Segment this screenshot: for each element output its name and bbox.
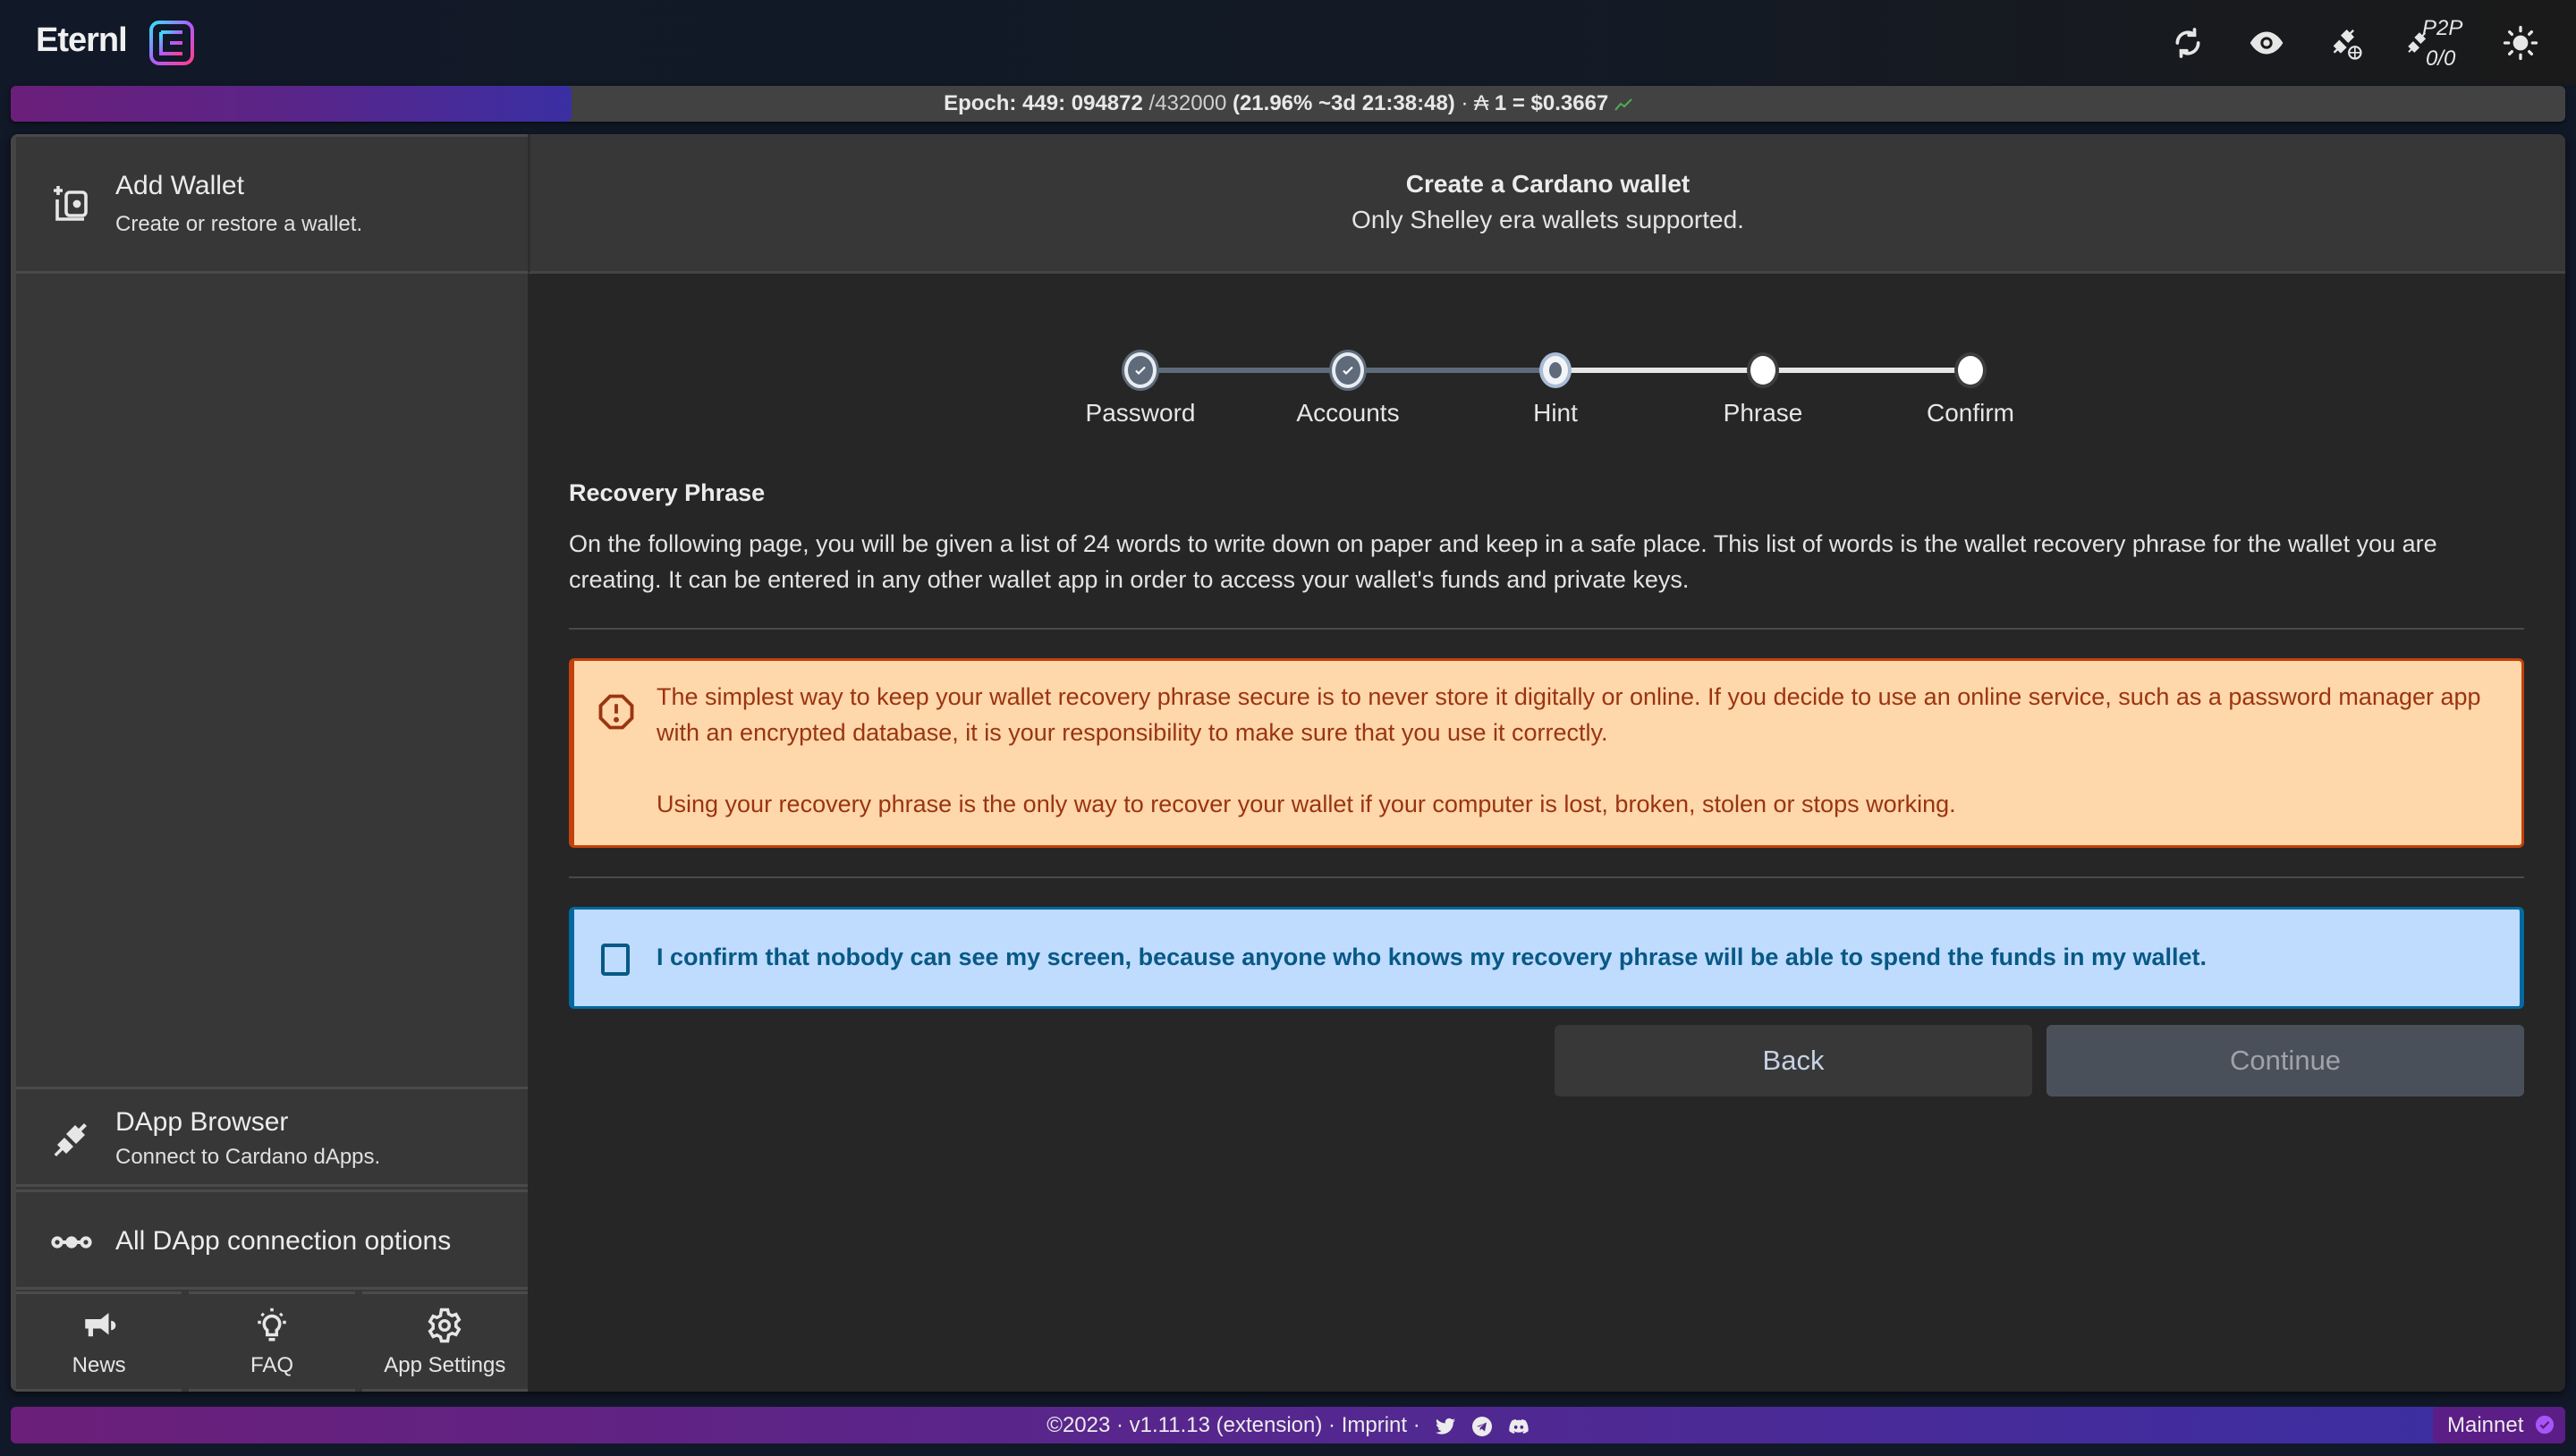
recovery-phrase-text: On the following page, you will be given… [569, 530, 2437, 593]
news-button[interactable]: News [16, 1291, 182, 1392]
page-subtitle: Only Shelley era wallets supported. [1352, 206, 1744, 233]
warning-paragraph-1: The simplest way to keep your wallet rec… [657, 683, 2481, 746]
step-password: Password [1069, 349, 1212, 427]
step-indicator [1954, 352, 1987, 388]
recovery-phrase-title: Recovery Phrase [569, 479, 766, 506]
sidebar: Add Wallet Create or restore a wallet. D… [11, 134, 528, 1392]
ada-price: 1 = $0.3667 [1494, 91, 1609, 115]
continue-button[interactable]: Continue [2046, 1025, 2524, 1096]
faq-button[interactable]: FAQ [189, 1291, 355, 1392]
p2p-status-button[interactable]: P2P 0/0 [2404, 16, 2463, 71]
gear-icon [428, 1308, 462, 1343]
footer-bar: ©2023 · v1.11.13 (extension) · Imprint ·… [11, 1407, 2565, 1443]
epoch-progress-bar: Epoch: 449: 094872 /432000 (21.96% ~3d 2… [11, 86, 2565, 122]
network-badge[interactable]: Mainnet [2433, 1407, 2565, 1443]
confirm-label: I confirm that nobody can see my screen,… [657, 944, 2207, 970]
main-frame: Add Wallet Create or restore a wallet. D… [11, 134, 2565, 1392]
sun-icon [2503, 25, 2538, 61]
app-settings-label: App Settings [384, 1353, 506, 1377]
confirm-checkbox-row[interactable]: I confirm that nobody can see my screen,… [569, 907, 2524, 1009]
app-settings-button[interactable]: App Settings [361, 1291, 528, 1392]
sidebar-tiles: News FAQ App Settings [16, 1291, 528, 1392]
content-header: Create a Cardano wallet Only Shelley era… [528, 134, 2565, 274]
ada-symbol: ₳ [1474, 91, 1489, 115]
footer-info: ©2023 · v1.11.13 (extension) · Imprint · [11, 1407, 2565, 1443]
step-check-icon [1332, 352, 1364, 388]
check-circle-icon [2535, 1415, 2555, 1435]
warning-paragraph-2: Using your recovery phrase is the only w… [657, 791, 1956, 817]
epoch-slot-total: /432000 [1148, 91, 1227, 115]
discord-icon[interactable] [1508, 1416, 1530, 1437]
step-label: Confirm [1926, 399, 2014, 427]
top-bar: Eternl P2P 0/0 [0, 0, 2576, 85]
security-warning: The simplest way to keep your wallet rec… [569, 658, 2524, 848]
step-accounts: Accounts [1276, 349, 1419, 427]
app-name: Eternl [36, 21, 128, 59]
step-phrase: Phrase [1691, 349, 1835, 427]
privacy-toggle-button[interactable] [2247, 23, 2286, 63]
sidebar-item-dapp-options[interactable]: All DApp connection options [16, 1189, 528, 1290]
add-wallet-subtitle: Create or restore a wallet. [115, 212, 363, 236]
step-label: Accounts [1296, 399, 1400, 427]
content-panel: Create a Cardano wallet Only Shelley era… [528, 134, 2565, 1392]
epoch-progress-text: (21.96% ~3d 21:38:48) [1232, 91, 1455, 115]
dapp-options-title: All DApp connection options [115, 1226, 452, 1256]
eternl-logo-icon [149, 21, 194, 65]
step-confirm: Confirm [1899, 349, 2042, 427]
news-label: News [72, 1353, 126, 1377]
epoch-separator: · [1461, 91, 1469, 115]
sync-button[interactable] [2168, 23, 2207, 63]
epoch-label: Epoch: 449: 094872 [944, 91, 1143, 115]
telegram-icon[interactable] [1471, 1416, 1493, 1437]
step-hint: Hint [1484, 349, 1627, 427]
page-title: Create a Cardano wallet [1405, 170, 1690, 198]
sidebar-item-dapp-browser[interactable]: DApp Browser Connect to Cardano dApps. [16, 1087, 528, 1187]
p2p-count: 0/0 [2426, 47, 2456, 71]
divider [569, 876, 2524, 878]
divider [569, 628, 2524, 630]
theme-toggle-button[interactable] [2501, 23, 2540, 63]
add-wallet-icon [54, 186, 88, 221]
epoch-info: Epoch: 449: 094872 /432000 (21.96% ~3d 2… [11, 86, 2565, 122]
footer-copyright: ©2023 · v1.11.13 (extension) · [1046, 1413, 1342, 1437]
eye-icon [2250, 31, 2284, 55]
plug-globe-icon [2333, 30, 2362, 60]
faq-label: FAQ [250, 1353, 293, 1377]
add-wallet-title: Add Wallet [115, 171, 244, 200]
network-label: Mainnet [2447, 1413, 2524, 1437]
footer-separator: · [1407, 1413, 1427, 1437]
confirm-checkbox[interactable] [601, 944, 630, 976]
trend-up-icon [1614, 97, 1632, 111]
plug-icon [54, 1123, 87, 1156]
step-indicator [1539, 352, 1572, 388]
back-button[interactable]: Back [1555, 1025, 2032, 1096]
connection-dots-icon [51, 1236, 92, 1249]
sidebar-item-add-wallet[interactable]: Add Wallet Create or restore a wallet. [16, 134, 528, 274]
step-check-icon [1124, 352, 1157, 388]
wizard-stepper: Password Accounts Hint Phrase Confirm [528, 349, 2565, 438]
step-label: Hint [1533, 399, 1578, 427]
step-label: Password [1085, 399, 1196, 427]
sync-icon [2175, 28, 2200, 58]
dapp-connect-button[interactable] [2326, 23, 2365, 63]
dapp-browser-title: DApp Browser [115, 1107, 289, 1137]
dapp-browser-subtitle: Connect to Cardano dApps. [115, 1145, 381, 1169]
twitter-icon[interactable] [1435, 1416, 1456, 1437]
step-label: Phrase [1723, 399, 1803, 427]
step-indicator [1747, 352, 1779, 388]
imprint-link[interactable]: Imprint [1342, 1413, 1407, 1437]
alert-octagon-icon [598, 694, 634, 730]
lightbulb-icon [258, 1308, 286, 1342]
p2p-label: P2P [2422, 16, 2463, 40]
megaphone-icon [84, 1313, 116, 1337]
